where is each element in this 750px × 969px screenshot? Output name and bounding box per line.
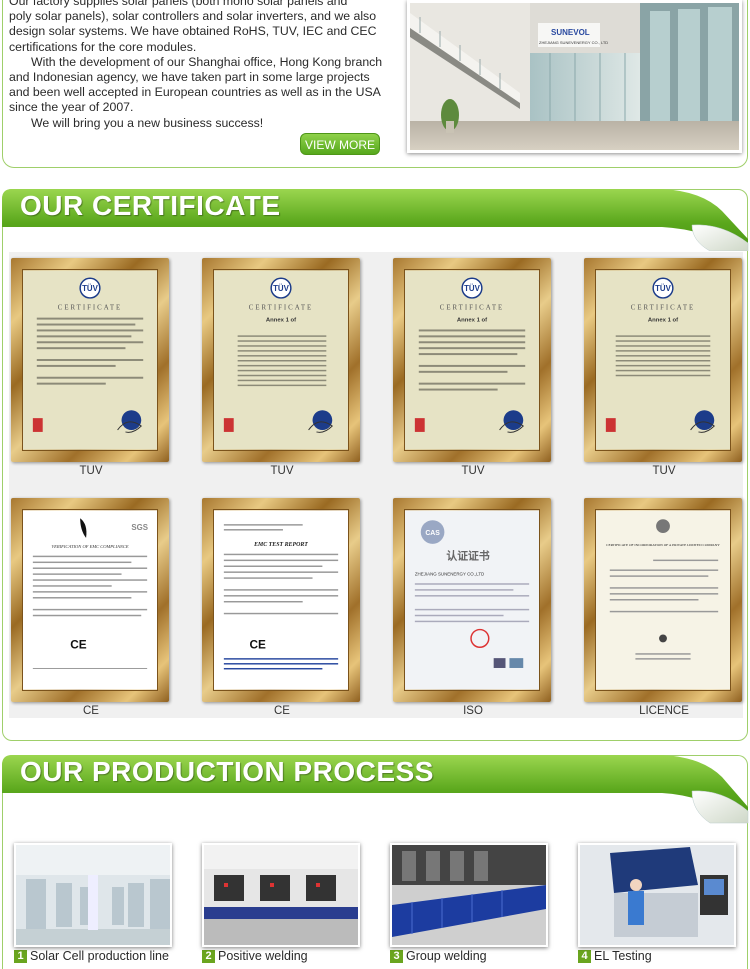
about-para2-line-2: and Indonesian agency, we have taken par…: [9, 70, 370, 85]
certificate-card[interactable]: TÜV CERTIFICATE TUV: [11, 258, 171, 479]
certificate-title: OUR CERTIFICATE: [20, 190, 281, 221]
production-step[interactable]: 4 EL Testing: [578, 843, 736, 963]
certificate-frame: TÜV CERTIFICATE: [11, 258, 169, 462]
certificate-frame: CAS 认证证书 ZHEJIANG SUNENERGY CO.,LTD: [393, 498, 551, 702]
ce-mark: CE: [249, 637, 266, 651]
certificate-heading: CERTIFICATE: [58, 305, 122, 312]
certificate-card[interactable]: EMC TEST REPORT CE CE: [202, 498, 362, 719]
certificate-frame: EMC TEST REPORT CE: [202, 498, 360, 702]
about-line-1: Our factory supplies solar panels (both …: [9, 0, 348, 8]
step-number: 3: [390, 949, 403, 963]
certificate-label: CE: [83, 705, 99, 717]
iso-title: 认证证书: [446, 549, 489, 563]
step-label: Group welding: [406, 949, 487, 963]
certificate-heading: CERTIFICATE: [440, 305, 504, 312]
tuv-mark: TÜV: [655, 284, 671, 293]
about-line-4: certifications for the core modules.: [9, 39, 197, 54]
about-para2-line-3: and been well accepted in European count…: [9, 85, 381, 100]
certificate-label: LICENCE: [639, 705, 689, 717]
production-step[interactable]: 3 Group welding: [390, 843, 548, 963]
certificate-label: TUV: [270, 465, 294, 477]
office-lobby-photo: SUNEVOL ZHEJIANG SUNEVENERGY CO., LTD: [407, 0, 742, 153]
about-text: Our factory supplies solar panels (both …: [9, 0, 401, 131]
certificate-banner: OUR CERTIFICATE: [2, 189, 750, 251]
view-more-button[interactable]: VIEW MORE: [300, 133, 380, 155]
lobby-sign-company: ZHEJIANG SUNEVENERGY CO., LTD: [539, 40, 608, 45]
about-para2-line-1: With the development of our Shanghai off…: [31, 54, 383, 69]
certificate-card[interactable]: CAS 认证证书 ZHEJIANG SUNENERGY CO.,LTD ISO: [393, 498, 553, 719]
step-label: Positive welding: [218, 949, 308, 963]
iso-company: ZHEJIANG SUNENERGY CO.,LTD: [415, 571, 484, 576]
production-section: OUR PRODUCTION PROCESS 1 Solar Cell prod…: [2, 755, 750, 969]
production-title: OUR PRODUCTION PROCESS: [20, 756, 434, 787]
certificate-card[interactable]: CERTIFICATE OF INCORPORATION OF A PRIVAT…: [584, 498, 744, 719]
certificate-heading: CERTIFICATE: [249, 305, 313, 312]
annex-heading: Annex 1 of: [266, 318, 296, 324]
production-step[interactable]: 2 Positive welding: [202, 843, 360, 963]
emc-title: VERIFICATION OF EMC COMPLIANCE: [51, 544, 128, 549]
production-photo: [390, 843, 548, 947]
certificate-frame: TÜV CERTIFICATE Annex 1 of: [393, 258, 551, 462]
tuv-mark: TÜV: [273, 284, 289, 293]
production-photo: [14, 843, 172, 947]
annex-heading: Annex 1 of: [457, 318, 487, 324]
certificate-section: OUR CERTIFICATE TÜV CERTIFICATE TUV TÜV …: [2, 189, 750, 741]
step-number: 4: [578, 949, 591, 963]
certificate-card[interactable]: SGS VERIFICATION OF EMC COMPLIANCE CE CE: [11, 498, 171, 719]
certificate-frame: SGS VERIFICATION OF EMC COMPLIANCE CE: [11, 498, 169, 702]
certificate-card[interactable]: TÜV CERTIFICATE Annex 1 of TUV: [202, 258, 362, 479]
step-label: Solar Cell production line: [30, 949, 169, 963]
lobby-sign-logo: SUNEVOL: [551, 28, 590, 37]
about-section: Our factory supplies solar panels (both …: [2, 0, 748, 168]
production-banner: OUR PRODUCTION PROCESS: [2, 755, 750, 824]
licence-title: CERTIFICATE OF INCORPORATION OF A PRIVAT…: [606, 543, 720, 547]
tuv-mark: TÜV: [464, 284, 480, 293]
production-photo: [202, 843, 360, 947]
about-line-3: design solar systems. We have obtained R…: [9, 24, 377, 39]
step-number: 1: [14, 949, 27, 963]
ce-mark: CE: [70, 637, 87, 651]
certificate-frame: TÜV CERTIFICATE Annex 1 of: [584, 258, 742, 462]
certificate-label: TUV: [461, 465, 485, 477]
about-para2-line-4: since the year of 2007.: [9, 100, 134, 115]
about-line-2: poly solar panels), solar controllers an…: [9, 9, 377, 24]
certificate-gallery: TÜV CERTIFICATE TUV TÜV CERTIFICATE Anne…: [9, 252, 743, 718]
sgs-logo: SGS: [131, 523, 148, 532]
certificate-card[interactable]: TÜV CERTIFICATE Annex 1 of TUV: [584, 258, 744, 479]
certificate-frame: TÜV CERTIFICATE Annex 1 of: [202, 258, 360, 462]
certificate-frame: CERTIFICATE OF INCORPORATION OF A PRIVAT…: [584, 498, 742, 702]
certificate-label: CE: [274, 705, 290, 717]
step-number: 2: [202, 949, 215, 963]
certificate-card[interactable]: TÜV CERTIFICATE Annex 1 of TUV: [393, 258, 553, 479]
certificate-label: TUV: [652, 465, 676, 477]
about-para3: We will bring you a new business success…: [31, 115, 264, 130]
certificate-heading: CERTIFICATE: [631, 305, 695, 312]
cas-logo: CAS: [425, 530, 440, 537]
certificate-label: ISO: [463, 705, 483, 717]
emc-report-title: EMC TEST REPORT: [253, 542, 308, 548]
tuv-mark: TÜV: [82, 284, 98, 293]
production-step[interactable]: 1 Solar Cell production line: [14, 843, 172, 963]
certificate-label: TUV: [79, 465, 103, 477]
annex-heading: Annex 1 of: [648, 318, 678, 324]
step-label: EL Testing: [594, 949, 652, 963]
production-photo: [578, 843, 736, 947]
